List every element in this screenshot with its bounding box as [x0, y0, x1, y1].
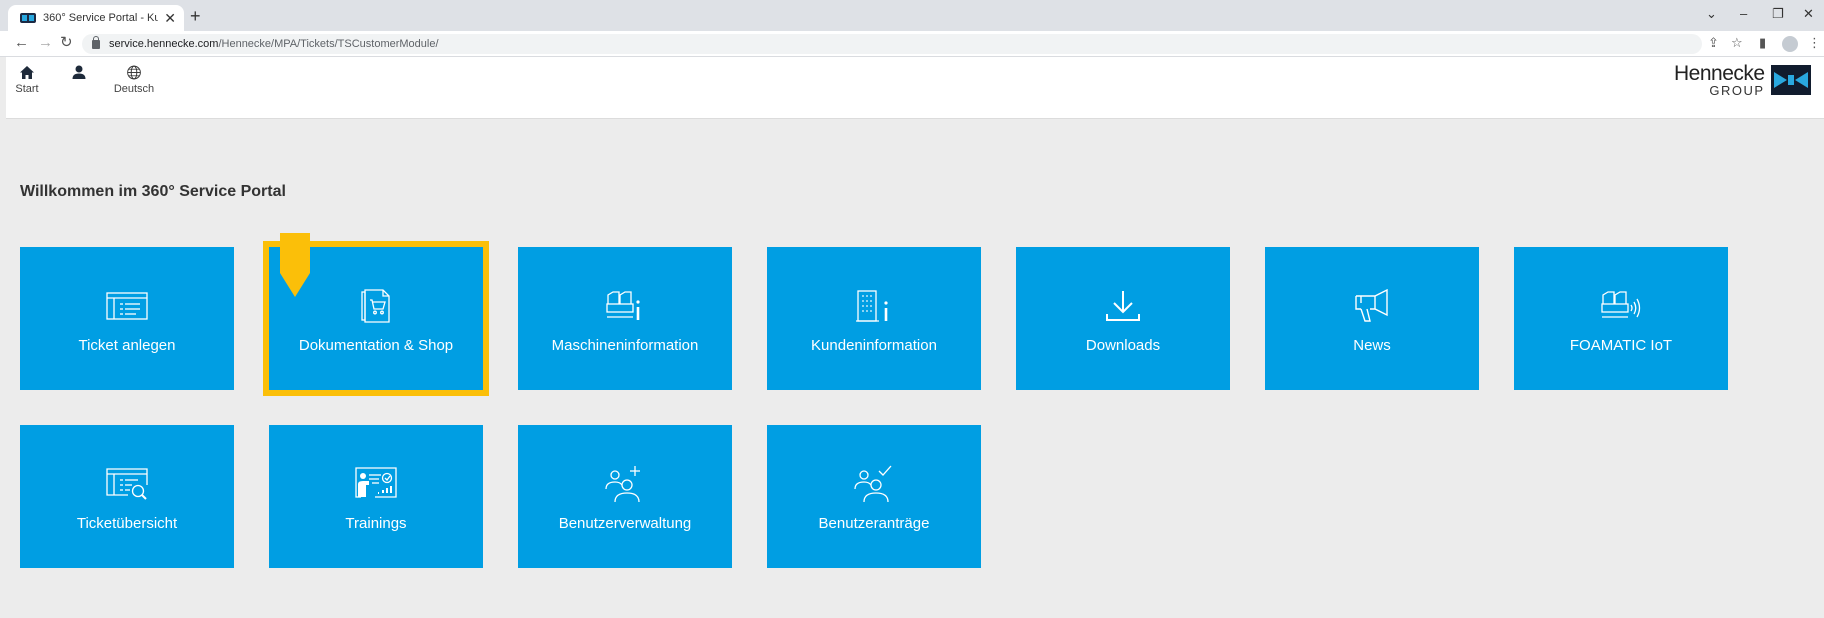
tile-benutzerantraege[interactable]: Benutzeranträge — [767, 425, 981, 568]
machine-info-icon — [606, 291, 640, 320]
tile-label: News — [1353, 337, 1391, 354]
training-icon — [355, 467, 397, 498]
user-add-icon — [605, 466, 640, 503]
tile-ticket-anlegen[interactable]: Ticket anlegen — [20, 247, 234, 390]
back-icon[interactable]: ← — [14, 35, 29, 51]
tile-trainings[interactable]: Trainings — [269, 425, 483, 568]
tile-kundeninformation[interactable]: Kundeninformation — [767, 247, 981, 390]
logo-brand: Hennecke — [1674, 62, 1765, 85]
url-input[interactable]: service.hennecke.com /Hennecke/MPA/Ticke… — [82, 34, 1702, 54]
minimize-icon[interactable]: – — [1740, 7, 1747, 21]
ticket-create-icon — [106, 292, 148, 320]
browser-tab-strip: 360° Service Portal - Kunden Mo ✕ + ⌄ – … — [0, 0, 1824, 31]
tile-maschineninformation[interactable]: Maschineninformation — [518, 247, 732, 390]
tab-search-icon[interactable]: ⌄ — [1706, 7, 1717, 21]
tile-benutzerverwaltung[interactable]: Benutzerverwaltung — [518, 425, 732, 568]
close-window-icon[interactable]: ✕ — [1803, 7, 1814, 21]
nav-user[interactable] — [64, 57, 94, 83]
tile-label: Benutzeranträge — [818, 515, 930, 532]
tile-label: Benutzerverwaltung — [558, 515, 692, 532]
nav-language[interactable]: Deutsch — [106, 57, 162, 95]
tile-downloads[interactable]: Downloads — [1016, 247, 1230, 390]
tile-label: Maschineninformation — [551, 337, 699, 354]
url-host: service.hennecke.com — [109, 38, 219, 50]
user-request-icon — [854, 465, 892, 503]
nav-start[interactable]: Start — [12, 57, 42, 95]
home-icon — [20, 66, 34, 79]
iot-machine-icon — [1601, 291, 1641, 318]
tile-label: Ticketübersicht — [76, 515, 178, 532]
nav-language-label: Deutsch — [113, 83, 155, 95]
close-tab-icon[interactable]: ✕ — [164, 11, 176, 25]
tile-label: Downloads — [1085, 337, 1161, 354]
hennecke-emblem-icon — [1770, 65, 1811, 95]
share-icon[interactable]: ⇪ — [1708, 35, 1719, 51]
nav-start-label: Start — [15, 83, 39, 95]
browser-tab-title: 360° Service Portal - Kunden Mo — [43, 12, 159, 24]
tile-label: Dokumentation & Shop — [298, 337, 454, 354]
profile-avatar-icon[interactable] — [1782, 36, 1798, 52]
tile-news[interactable]: News — [1265, 247, 1479, 390]
hennecke-logo[interactable]: Hennecke GROUP — [1674, 63, 1811, 97]
tile-label: FOAMATIC IoT — [1569, 337, 1673, 354]
url-path: /Hennecke/MPA/Tickets/TSCustomerModule/ — [218, 38, 439, 50]
customer-info-icon — [856, 290, 888, 322]
bookmark-star-icon[interactable]: ☆ — [1731, 35, 1743, 51]
tile-label: Trainings — [345, 515, 407, 532]
tile-label: Kundeninformation — [811, 337, 937, 354]
side-panel-icon[interactable]: ▮ — [1759, 35, 1766, 51]
tile-ticketuebersicht[interactable]: Ticketübersicht — [20, 425, 234, 568]
forward-icon[interactable]: → — [38, 35, 53, 51]
portal-header: Start Deutsch Hennecke GROUP — [6, 57, 1824, 119]
hennecke-favicon-icon — [20, 13, 36, 23]
tile-label: Ticket anlegen — [78, 337, 176, 354]
restore-icon[interactable]: ❐ — [1772, 7, 1784, 21]
lock-icon — [92, 35, 100, 49]
megaphone-icon — [1355, 289, 1388, 322]
globe-icon — [127, 65, 141, 80]
reload-icon[interactable]: ↻ — [60, 35, 73, 51]
user-icon — [72, 65, 86, 79]
download-icon — [1106, 291, 1140, 321]
shop-document-icon — [361, 289, 390, 323]
ticket-overview-icon — [106, 468, 148, 500]
tile-foamatic-iot[interactable]: FOAMATIC IoT — [1514, 247, 1728, 390]
logo-group: GROUP — [1709, 83, 1765, 98]
browser-tab[interactable]: 360° Service Portal - Kunden Mo ✕ — [8, 5, 184, 31]
welcome-heading: Willkommen im 360° Service Portal — [20, 183, 286, 200]
new-tab-icon[interactable]: + — [190, 7, 201, 25]
pointer-marker-icon — [280, 233, 310, 297]
menu-kebab-icon[interactable]: ⋮ — [1808, 35, 1821, 51]
browser-address-bar: ← → ↻ service.hennecke.com /Hennecke/MPA… — [0, 31, 1824, 57]
